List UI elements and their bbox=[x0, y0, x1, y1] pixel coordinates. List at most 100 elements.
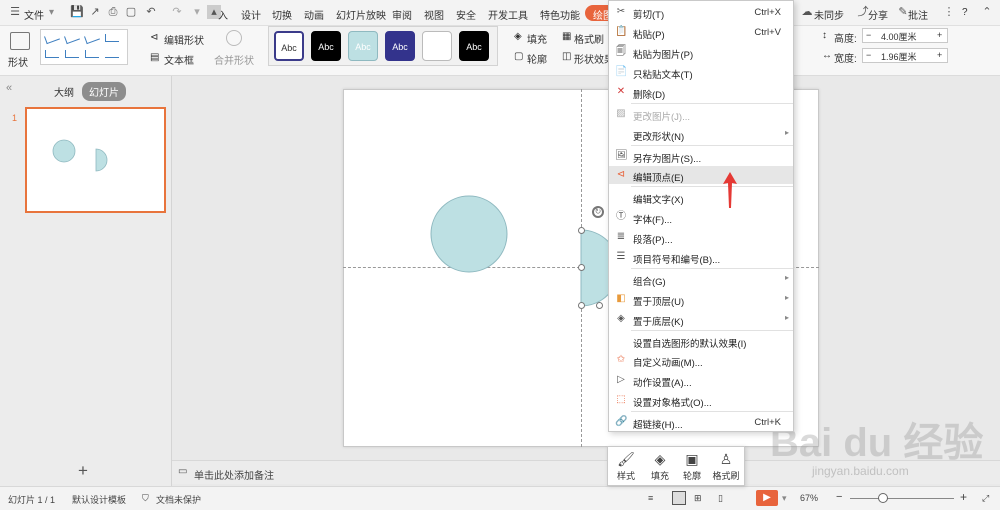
width-input[interactable]: 1.96厘米 bbox=[881, 50, 917, 63]
minus-icon[interactable]: − bbox=[866, 50, 871, 60]
tab-security[interactable]: 安全 bbox=[456, 7, 476, 22]
tab-outline[interactable]: 大纲 bbox=[54, 84, 74, 99]
tab-animation[interactable]: 动画 bbox=[304, 7, 324, 22]
help-button[interactable]: ? bbox=[962, 7, 968, 18]
notes-placeholder[interactable]: 单击此处添加备注 bbox=[194, 467, 274, 482]
sorter-view-icon[interactable]: ⊞ bbox=[694, 493, 702, 504]
plus-icon[interactable]: + bbox=[937, 30, 942, 40]
style-option-2[interactable]: Abc bbox=[311, 31, 341, 61]
reading-view-icon[interactable]: ▯ bbox=[718, 493, 723, 504]
line-shape-icon[interactable] bbox=[84, 31, 100, 45]
protect-status[interactable]: 文档未保护 bbox=[156, 493, 201, 506]
fit-window-icon[interactable]: ⤢ bbox=[982, 493, 989, 504]
menu-item-delete[interactable]: ✕ 删除(D) bbox=[609, 83, 793, 101]
outline-button[interactable]: 轮廓 bbox=[527, 51, 547, 66]
menu-item-paragraph[interactable]: ≣ 段落(P)... bbox=[609, 228, 793, 246]
chevron-down-icon[interactable]: ▾ bbox=[49, 7, 54, 18]
redo-icon[interactable]: ↷ bbox=[170, 5, 184, 19]
menu-item-set-default-effect[interactable]: 设置自选图形的默认效果(I) bbox=[609, 332, 793, 350]
menu-item-hyperlink[interactable]: 🔗 超链接(H)... Ctrl+K bbox=[609, 413, 793, 431]
menu-item-save-as-image[interactable]: 🖼 另存为图片(S)... bbox=[609, 147, 793, 165]
save-icon[interactable]: 💾 bbox=[70, 5, 84, 19]
line-shape-icon[interactable] bbox=[105, 50, 119, 58]
sync-status[interactable]: 未同步 bbox=[814, 7, 844, 22]
tab-slideshow[interactable]: 幻灯片放映 bbox=[336, 7, 386, 22]
normal-view-icon[interactable] bbox=[672, 491, 686, 505]
menu-item-font[interactable]: Ⓣ 字体(F)... bbox=[609, 208, 793, 226]
style-option-1[interactable]: Abc bbox=[274, 31, 304, 61]
menu-item-paste-text[interactable]: 📄 只粘贴文本(T) bbox=[609, 63, 793, 81]
menu-item-format-object[interactable]: ⬚ 设置对象格式(O)... bbox=[609, 391, 793, 409]
menu-item-edit-points[interactable]: ⊲ 编辑顶点(E) bbox=[609, 166, 793, 184]
resize-handle[interactable] bbox=[578, 264, 585, 271]
line-gallery[interactable] bbox=[40, 29, 128, 65]
tab-insert[interactable]: 入 bbox=[218, 7, 228, 22]
style-option-5[interactable] bbox=[422, 31, 452, 61]
menu-item-action-settings[interactable]: ▷ 动作设置(A)... bbox=[609, 371, 793, 389]
notes-view-icon[interactable]: ≡ bbox=[648, 493, 653, 503]
menu-item-cut[interactable]: ✂ 剪切(T) Ctrl+X bbox=[609, 3, 793, 21]
resize-handle[interactable] bbox=[596, 302, 603, 309]
print-icon[interactable]: ⎙ bbox=[106, 5, 120, 19]
zoom-slider-thumb[interactable] bbox=[878, 493, 888, 503]
zoom-level[interactable]: 67% bbox=[800, 493, 818, 503]
menu-item-bring-front[interactable]: ◧ 置于顶层(U) ▸ bbox=[609, 290, 793, 308]
line-shape-icon[interactable] bbox=[64, 31, 80, 45]
outline-mini-button[interactable]: ▣ 轮廓 bbox=[676, 449, 708, 485]
menu-item-paste[interactable]: 📋 粘贴(P) Ctrl+V bbox=[609, 23, 793, 41]
format-brush-mini-button[interactable]: ♙ 格式刷 bbox=[710, 449, 742, 485]
menu-item-edit-text[interactable]: 编辑文字(X) bbox=[609, 188, 793, 206]
undo-icon[interactable]: ↶ bbox=[144, 5, 158, 19]
menu-item-change-shape[interactable]: 更改形状(N) ▸ bbox=[609, 125, 793, 143]
tab-view[interactable]: 视图 bbox=[424, 7, 444, 22]
minus-icon[interactable]: − bbox=[866, 30, 871, 40]
tab-developer[interactable]: 开发工具 bbox=[488, 7, 528, 22]
height-stepper[interactable]: − 4.00厘米 + bbox=[862, 28, 948, 43]
hamburger-icon[interactable]: ☰ bbox=[8, 5, 22, 19]
add-slide-button[interactable]: + bbox=[78, 461, 88, 481]
textbox-button[interactable]: 文本框 bbox=[164, 52, 194, 67]
menu-item-group[interactable]: 组合(G) ▸ bbox=[609, 270, 793, 288]
file-menu[interactable]: 文件 bbox=[24, 7, 44, 22]
merge-shape-button[interactable]: 合并形状 bbox=[214, 52, 254, 67]
plus-icon[interactable]: + bbox=[937, 50, 942, 60]
zoom-in-button[interactable]: + bbox=[960, 490, 967, 504]
format-brush-button[interactable]: 格式刷 bbox=[574, 31, 604, 46]
preview-icon[interactable]: ▢ bbox=[124, 5, 138, 19]
rotate-handle-icon[interactable]: ↻ bbox=[592, 206, 604, 218]
menu-item-send-back[interactable]: ◈ 置于底层(K) ▸ bbox=[609, 310, 793, 328]
menu-item-bullets[interactable]: ☰ 项目符号和编号(B)... bbox=[609, 248, 793, 266]
style-option-4[interactable]: Abc bbox=[385, 31, 415, 61]
fill-mini-button[interactable]: ◈ 填充 bbox=[644, 449, 676, 485]
resize-handle[interactable] bbox=[578, 227, 585, 234]
play-button[interactable]: ▶ bbox=[756, 490, 778, 506]
chevron-down-icon[interactable]: ▾ bbox=[782, 493, 787, 504]
tab-design[interactable]: 设计 bbox=[241, 7, 261, 22]
collapse-panel-icon[interactable]: « bbox=[6, 82, 12, 94]
style-option-6[interactable]: Abc bbox=[459, 31, 489, 61]
ribbon-collapse-icon[interactable]: ⌃ bbox=[980, 5, 994, 19]
line-shape-icon[interactable] bbox=[85, 50, 99, 58]
zoom-out-button[interactable]: − bbox=[836, 491, 842, 503]
resize-handle[interactable] bbox=[578, 302, 585, 309]
fill-button[interactable]: 填充 bbox=[527, 31, 547, 46]
slide-thumbnail[interactable] bbox=[25, 107, 166, 213]
line-shape-icon[interactable] bbox=[45, 50, 59, 58]
more-icon[interactable]: ▾ bbox=[190, 5, 204, 19]
edit-shape-button[interactable]: 编辑形状 bbox=[164, 32, 204, 47]
width-stepper[interactable]: − 1.96厘米 + bbox=[862, 48, 948, 63]
share-button[interactable]: 分享 bbox=[868, 7, 888, 22]
tab-transition[interactable]: 切换 bbox=[272, 7, 292, 22]
menu-item-custom-animation[interactable]: ✩ 自定义动画(M)... bbox=[609, 351, 793, 369]
tab-review[interactable]: 审阅 bbox=[392, 7, 412, 22]
style-option-3[interactable]: Abc bbox=[348, 31, 378, 61]
line-shape-icon[interactable] bbox=[105, 34, 119, 42]
template-name[interactable]: 默认设计模板 bbox=[72, 493, 126, 506]
more-options-icon[interactable]: ⋮ bbox=[942, 5, 956, 19]
style-button[interactable]: 🖌 样式 bbox=[610, 449, 642, 485]
shapes-icon[interactable] bbox=[10, 32, 30, 50]
line-shape-icon[interactable] bbox=[65, 50, 79, 58]
line-shape-icon[interactable] bbox=[44, 31, 60, 45]
export-icon[interactable]: ↗ bbox=[88, 5, 102, 19]
tab-slides[interactable]: 幻灯片 bbox=[82, 82, 126, 101]
